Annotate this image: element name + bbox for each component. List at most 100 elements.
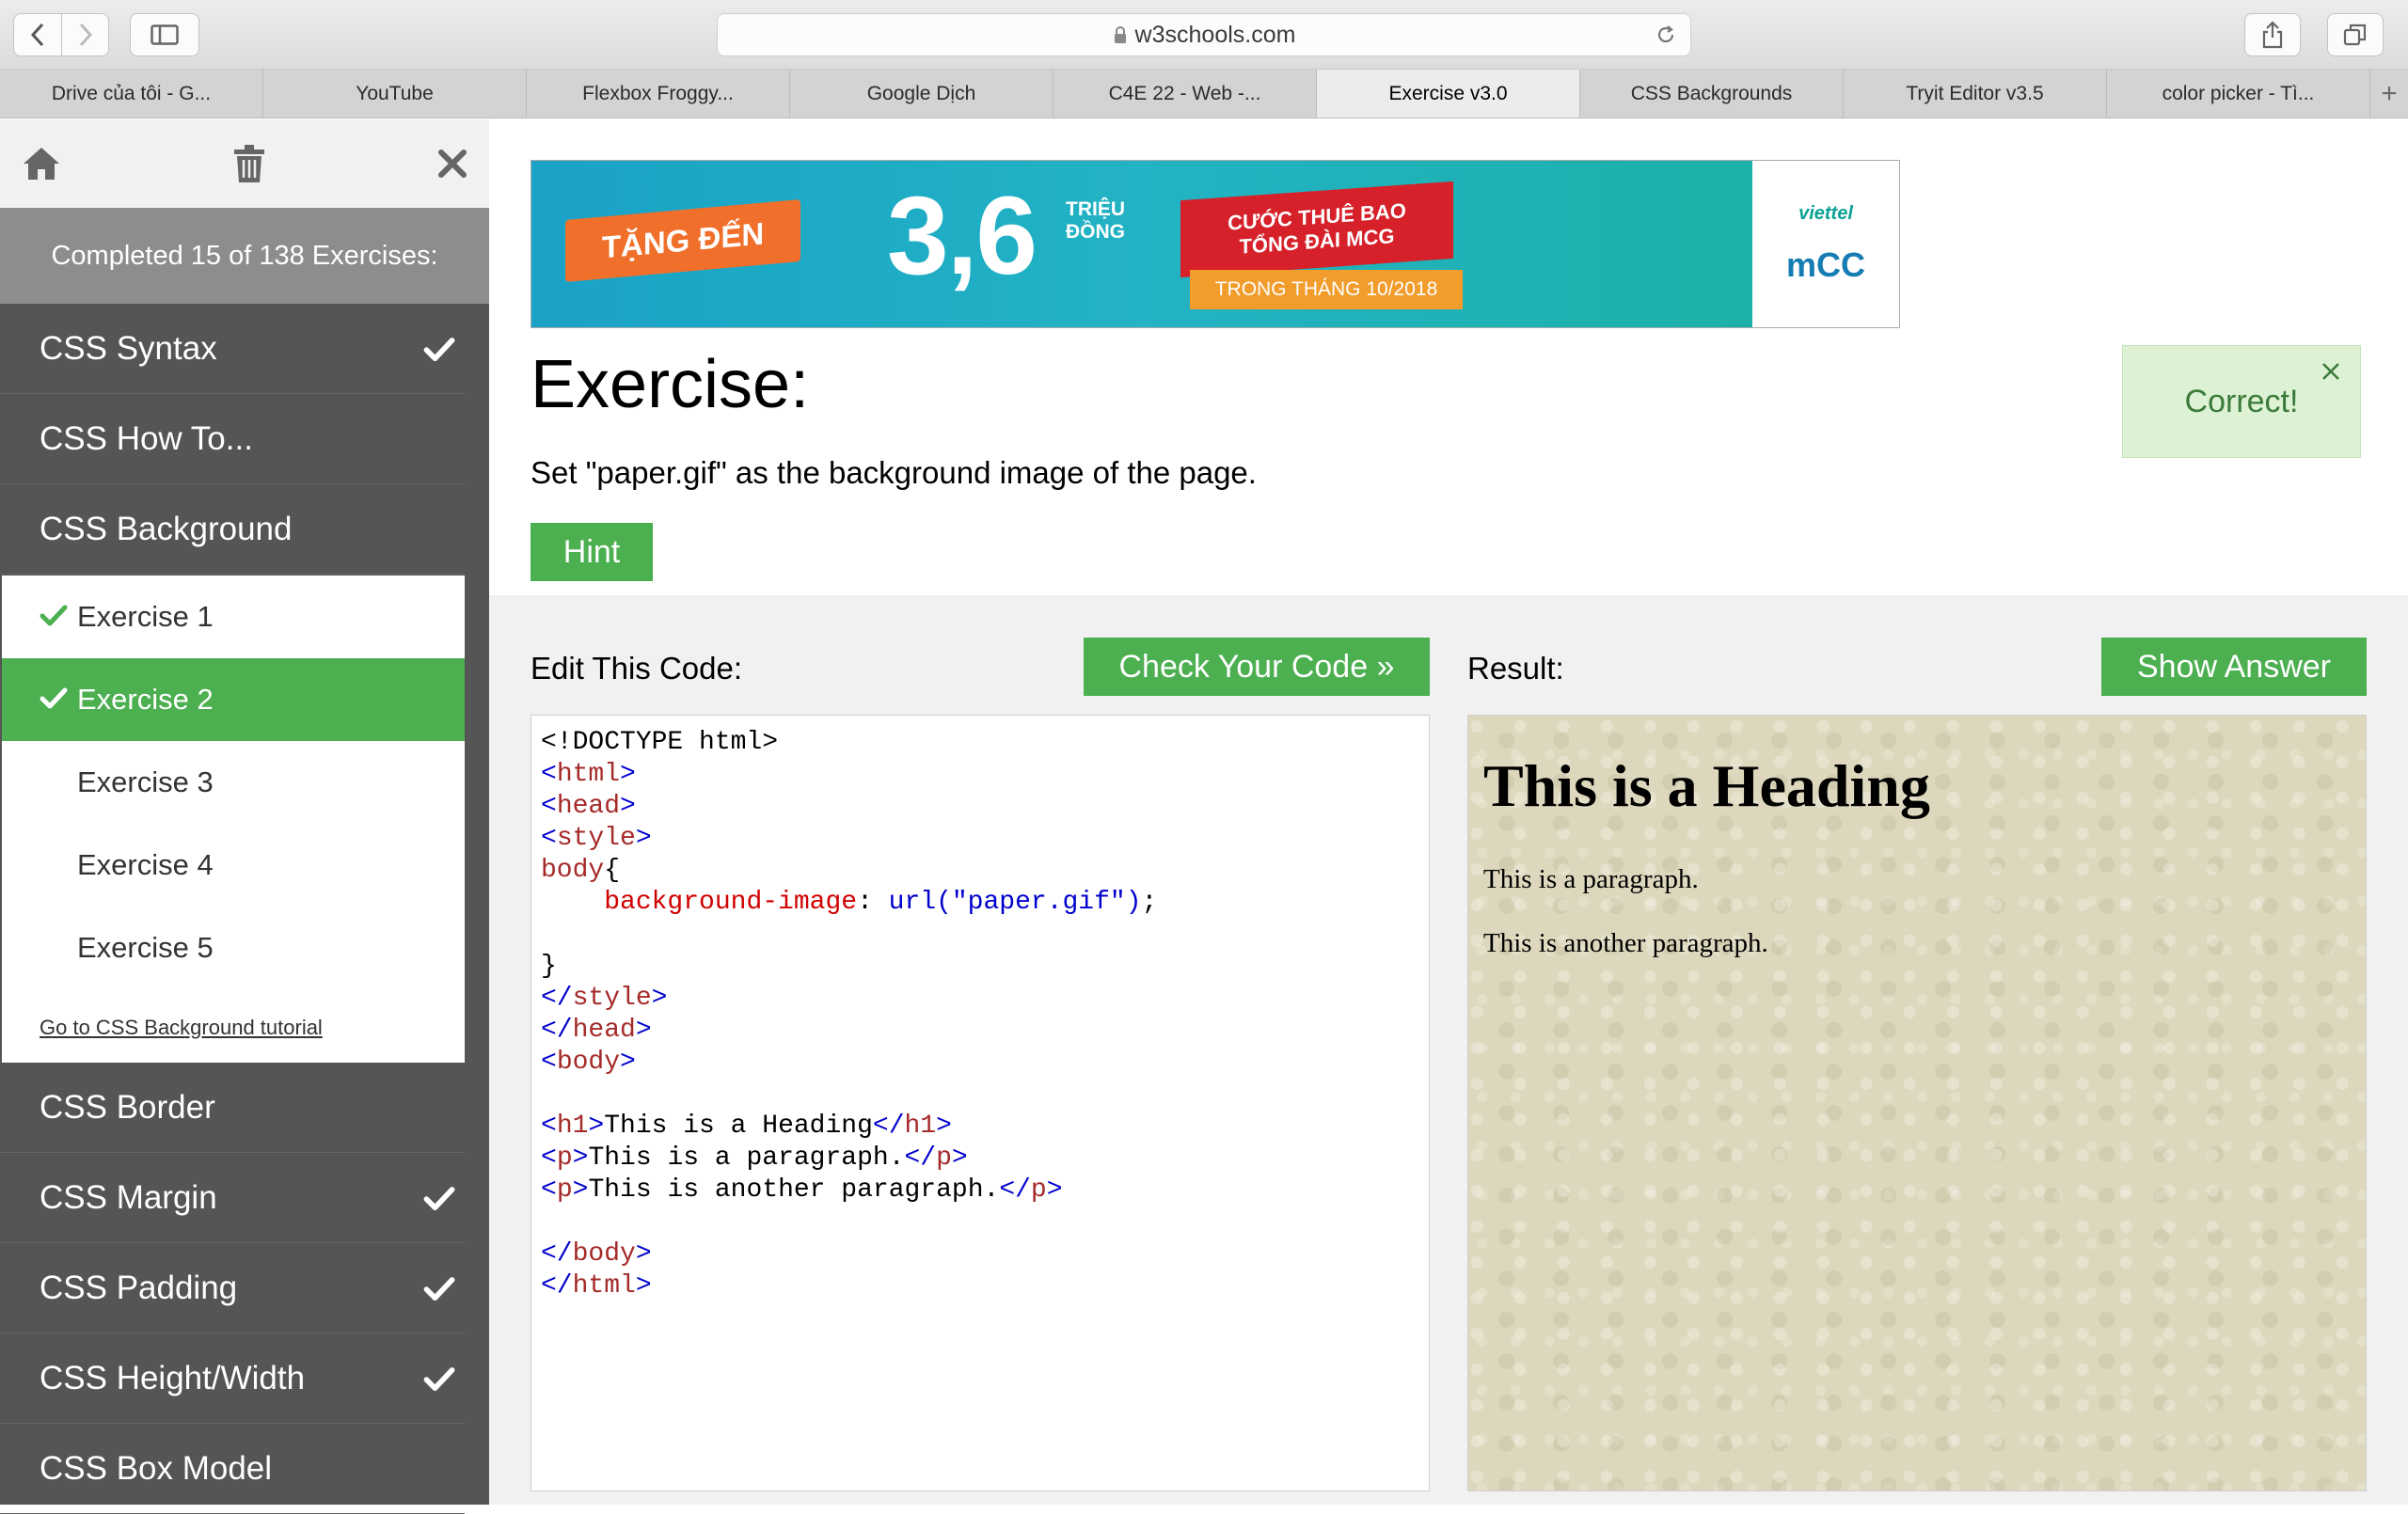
code-token: > [1046,1175,1063,1205]
ad-brand-logos: viettel mCC [1752,161,1899,327]
code-token: background-image [604,888,858,917]
browser-tab[interactable]: Flexbox Froggy... [527,70,790,118]
code-line: body{ [541,855,1419,887]
browser-tab[interactable]: Drive của tôi - G... [0,70,263,118]
close-icon[interactable] [436,148,468,180]
editor-label: Edit This Code: [531,651,743,686]
lesson-label: CSS Padding [40,1269,238,1306]
sidebar-exercise-item[interactable]: Exercise 4 [2,824,465,907]
check-code-button[interactable]: Check Your Code » [1084,638,1430,696]
sidebar-lesson-item[interactable]: CSS Background [0,484,465,575]
code-token: { [604,856,621,885]
lesson-label: CSS Height/Width [40,1359,306,1396]
browser-tab[interactable]: C4E 22 - Web -... [1054,70,1317,118]
chevron-right-icon [79,23,92,47]
exercise-list: Exercise 1 Exercise 2 Exercise 3 Exercise 4… [2,576,465,1063]
code-token: > [936,1112,952,1141]
exercise-instruction: Set "paper.gif" as the background image … [531,455,1257,490]
trash-icon[interactable] [232,144,266,183]
code-token: > [651,984,668,1013]
navigation-buttons [13,13,109,56]
code-token: head [556,792,621,821]
code-token: html [556,760,621,789]
browser-tab[interactable]: CSS Backgrounds [1580,70,1844,118]
code-token: style [572,984,652,1013]
ad-unit-line2: ĐỒNG [1066,221,1125,243]
code-token: > [572,1175,589,1205]
code-token: </ [541,1271,573,1301]
sidebar-toggle-button[interactable] [130,13,199,56]
code-token: > [620,760,636,789]
browser-tab[interactable]: Google Dịch [790,70,1054,118]
code-token: < [541,792,557,821]
code-line: background-image: url("paper.gif"); [541,887,1419,919]
sidebar-exercise-item[interactable]: Exercise 5 [2,907,465,989]
code-token: < [541,1112,557,1141]
code-line: } [541,951,1419,983]
sidebar-exercise-item[interactable]: Exercise 1 [2,576,465,658]
browser-tab[interactable]: Exercise v3.0 [1317,70,1580,118]
ad-artwork: TẶNG ĐẾN 3,6 TRIỆU ĐỒNG CƯỚC THUÊ BAO TỔ… [531,161,1752,327]
show-answer-button[interactable]: Show Answer [2101,638,2367,696]
exercise-label: Exercise 2 [77,683,214,716]
code-token: </ [541,1239,573,1269]
browser-tab[interactable]: YouTube [263,70,527,118]
sidebar-lesson-item[interactable]: CSS Padding [0,1243,465,1333]
code-line: <h1>This is a Heading</h1> [541,1111,1419,1143]
tabs-overview-icon [2343,24,2367,46]
code-line: <body> [541,1047,1419,1079]
hint-button[interactable]: Hint [531,523,653,581]
code-token: : [857,888,889,917]
code-editor[interactable]: <!DOCTYPE html> <html> <head> <style> body{ … [531,715,1430,1491]
code-token: > [635,824,652,853]
code-token: This is a Heading [604,1112,873,1141]
code-token: body [556,1048,621,1077]
new-tab-button[interactable]: + [2370,70,2408,118]
checkmark-icon [423,1365,455,1392]
ad-ribbon-date: TRONG THÁNG 10/2018 [1190,270,1463,309]
sidebar-lesson-item[interactable]: CSS How To... [0,394,465,484]
code-token: p [936,1143,952,1173]
exercise-label: Exercise 4 [77,848,214,881]
sidebar-lesson-item[interactable]: CSS Syntax [0,304,465,394]
home-icon[interactable] [21,145,62,182]
reload-icon[interactable] [1655,24,1677,46]
close-icon[interactable] [2321,361,2341,382]
lesson-label: CSS How To... [40,419,253,457]
sidebar-lesson-item[interactable]: CSS Margin [0,1153,465,1243]
code-token: > [635,1016,652,1045]
lesson-label: CSS Border [40,1088,215,1126]
exercise-label: Exercise 5 [77,931,214,964]
ad-ribbon-gift: TẶNG ĐẾN [565,199,800,282]
ad-ribbon-offer: CƯỚC THUÊ BAO TỔNG ĐÀI MCG [1180,181,1453,278]
share-button[interactable] [2244,13,2301,56]
share-icon [2262,21,2283,49]
code-token: > [588,1112,605,1141]
sidebar-lesson-item[interactable]: CSS Border [0,1063,465,1153]
url-text: w3schools.com [1134,21,1296,48]
sidebar-icon [150,24,179,45]
browser-tab[interactable]: Tryit Editor v3.5 [1844,70,2107,118]
status-message: Correct! [2122,345,2361,458]
back-button[interactable] [14,14,61,55]
checkmark-icon [423,1275,455,1301]
tutorial-link[interactable]: Go to CSS Background tutorial [40,1016,323,1040]
sidebar-lesson-item[interactable]: CSS Box Model [0,1424,465,1514]
sidebar-exercise-item[interactable]: Exercise 2 [2,658,465,741]
show-tabs-button[interactable] [2327,13,2384,56]
code-token: h1 [904,1112,937,1141]
sidebar-lesson-item[interactable]: CSS Height/Width [0,1333,465,1424]
forward-button[interactable] [61,14,108,55]
checkmark-icon [423,336,455,362]
code-token: html [572,1271,636,1301]
browser-tab[interactable]: color picker - Tì... [2107,70,2370,118]
code-token: </ [999,1175,1031,1205]
address-bar[interactable]: w3schools.com [717,13,1691,56]
ad-banner[interactable]: TẶNG ĐẾN 3,6 TRIỆU ĐỒNG CƯỚC THUÊ BAO TỔ… [531,160,1900,328]
exercise-sidebar: Completed 15 of 138 Exercises: CSS Synta… [0,119,489,1514]
ad-unit: TRIỆU ĐỒNG [1066,198,1125,244]
lesson-label: CSS Background [40,510,293,547]
code-token: h1 [556,1112,589,1141]
sidebar-exercise-item[interactable]: Exercise 3 [2,741,465,824]
